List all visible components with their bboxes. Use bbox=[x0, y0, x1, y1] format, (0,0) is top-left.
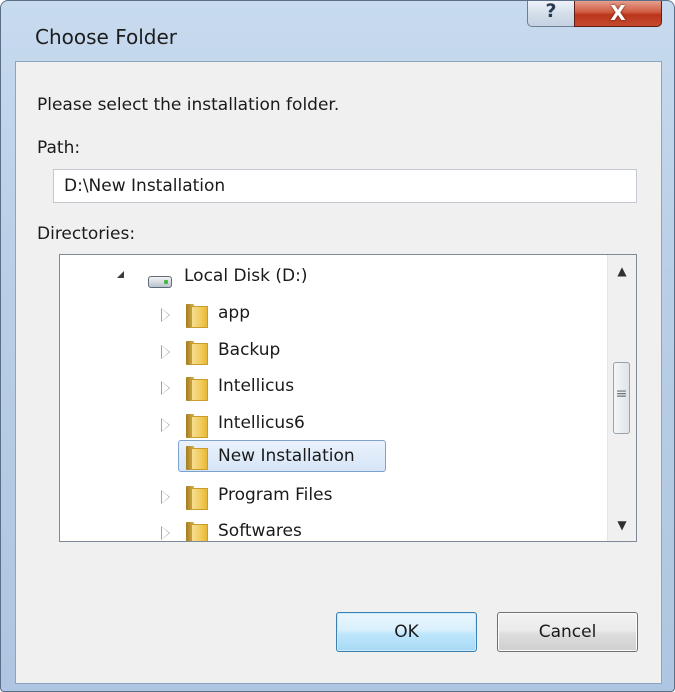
help-button[interactable]: ? bbox=[527, 1, 575, 27]
choose-folder-dialog: Choose Folder ? X Please select the inst… bbox=[0, 0, 675, 692]
grip-icon: ≡ bbox=[615, 386, 628, 402]
scroll-down-arrow-icon[interactable]: ▼ bbox=[608, 511, 636, 539]
directory-tree[interactable]: Local Disk (D:) app Backup Intellicus In… bbox=[59, 254, 637, 542]
folder-icon bbox=[186, 446, 208, 470]
path-label: Path: bbox=[37, 138, 81, 158]
tree-item-backup[interactable]: Backup bbox=[60, 335, 600, 369]
folder-icon bbox=[186, 341, 208, 365]
tree-item-label: app bbox=[218, 303, 250, 323]
close-button[interactable]: X bbox=[574, 1, 662, 27]
tree-item-label: Softwares bbox=[218, 521, 302, 541]
close-icon: X bbox=[610, 1, 626, 25]
expanded-arrow-icon[interactable] bbox=[117, 271, 124, 278]
title-bar[interactable]: Choose Folder ? X bbox=[1, 1, 674, 49]
scroll-up-arrow-icon[interactable]: ▲ bbox=[608, 257, 636, 285]
tree-item-label: Intellicus6 bbox=[218, 413, 305, 433]
tree-item-intellicus6[interactable]: Intellicus6 bbox=[60, 408, 600, 442]
folder-icon bbox=[186, 486, 208, 510]
tree-item-intellicus[interactable]: Intellicus bbox=[60, 371, 600, 405]
folder-icon bbox=[186, 377, 208, 401]
tree-item-program-files[interactable]: Program Files bbox=[60, 480, 600, 514]
tree-item-label: Local Disk (D:) bbox=[184, 266, 308, 286]
tree-item-local-disk[interactable]: Local Disk (D:) bbox=[60, 261, 600, 295]
tree-item-new-installation[interactable]: New Installation bbox=[60, 440, 600, 474]
folder-icon bbox=[186, 522, 208, 541]
directories-label: Directories: bbox=[37, 224, 136, 244]
path-input[interactable] bbox=[53, 169, 637, 203]
window-title: Choose Folder bbox=[35, 25, 178, 49]
folder-icon bbox=[186, 414, 208, 438]
ok-button[interactable]: OK bbox=[336, 612, 477, 652]
instruction-text: Please select the installation folder. bbox=[37, 95, 340, 115]
drive-icon bbox=[148, 276, 172, 288]
tree-item-softwares[interactable]: Softwares bbox=[60, 516, 600, 541]
tree-item-label: Program Files bbox=[218, 485, 333, 505]
tree-item-label: Backup bbox=[218, 340, 281, 360]
cancel-button[interactable]: Cancel bbox=[497, 612, 638, 652]
help-icon: ? bbox=[545, 0, 557, 22]
tree-item-app[interactable]: app bbox=[60, 298, 600, 332]
vertical-scrollbar[interactable]: ▲ ≡ ▼ bbox=[607, 255, 636, 541]
scroll-thumb[interactable]: ≡ bbox=[613, 362, 630, 434]
tree-item-label: New Installation bbox=[218, 446, 355, 466]
folder-icon bbox=[186, 304, 208, 328]
tree-item-label: Intellicus bbox=[218, 376, 295, 396]
